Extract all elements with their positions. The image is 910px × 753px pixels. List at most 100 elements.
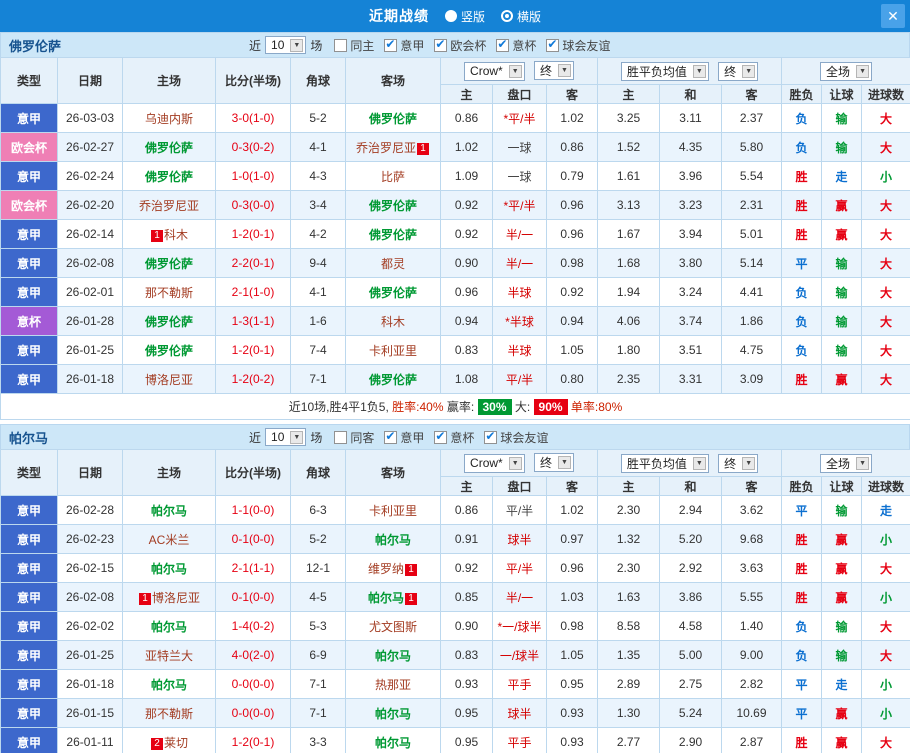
avg-home-odds: 4.06 (598, 307, 660, 336)
handicap-line: 一球 (493, 162, 547, 191)
odds-final-select[interactable]: 终 (534, 453, 574, 472)
odds-company-select[interactable]: Crow* (464, 454, 525, 473)
home-team: 帕尔马 (123, 554, 216, 583)
avg-odds-select[interactable]: 胜平负均值 (621, 454, 709, 473)
avg-draw-odds: 3.23 (660, 191, 722, 220)
select-value: Crow* (470, 456, 503, 470)
scope-select[interactable]: 全场 (820, 62, 872, 81)
odds-away: 1.02 (547, 496, 598, 525)
team-name: 帕尔马 (375, 649, 411, 663)
recent-count-select[interactable]: 10 (265, 36, 306, 54)
avg-away-odds: 5.14 (722, 249, 782, 278)
team-name: 佛罗伦萨 (369, 373, 417, 387)
handicap-result: 输 (822, 612, 862, 641)
column-header: 类型 (1, 58, 58, 104)
goals-result: 大 (862, 191, 910, 220)
filter-option[interactable]: 同客 (334, 429, 374, 446)
matches-table: 类型 日期 主场 比分(半场) 角球 客场 Crow* 终 胜平负均值 终 (0, 57, 910, 420)
checkbox-icon[interactable] (484, 431, 497, 444)
league-type: 意杯 (1, 307, 58, 336)
avg-final-select[interactable]: 终 (718, 62, 758, 81)
column-header: 和 (660, 85, 722, 104)
filter-option[interactable]: 球会友谊 (546, 37, 610, 54)
handicap-line: 半球 (493, 278, 547, 307)
away-team: 佛罗伦萨 (346, 104, 441, 133)
handicap-line: 半/一 (493, 249, 547, 278)
odds-home: 0.94 (441, 307, 493, 336)
goals-result: 小 (862, 670, 910, 699)
filter-option[interactable]: 欧会杯 (434, 37, 486, 54)
half-full-score: 0-3(0-2) (216, 133, 291, 162)
goals-result: 大 (862, 278, 910, 307)
avg-final-select[interactable]: 终 (718, 454, 758, 473)
away-team: 维罗纳1 (346, 554, 441, 583)
checkbox-icon[interactable] (546, 39, 559, 52)
match-date: 26-01-28 (58, 307, 123, 336)
odds-away: 0.98 (547, 249, 598, 278)
odds-final-select[interactable]: 终 (534, 61, 574, 80)
team-name: 博洛尼亚 (152, 591, 200, 605)
section-controls: 近 10 场 同主意甲欧会杯意杯球会友谊 (249, 36, 610, 54)
column-header: 主场 (123, 58, 216, 104)
avg-away-odds: 5.80 (722, 133, 782, 162)
handicap-line: *一/球半 (493, 612, 547, 641)
filter-option[interactable]: 同主 (334, 37, 374, 54)
away-team: 热那亚 (346, 670, 441, 699)
corner-score: 6-3 (291, 496, 346, 525)
avg-away-odds: 3.62 (722, 496, 782, 525)
handicap-line: 平/半 (493, 365, 547, 394)
team-name: 乔治罗尼亚 (139, 199, 199, 213)
close-button[interactable]: ✕ (881, 4, 905, 28)
home-team: 1博洛尼亚 (123, 583, 216, 612)
odds-home: 0.92 (441, 191, 493, 220)
column-header: 胜负 (782, 477, 822, 496)
layout-option-vertical[interactable]: 竖版 (445, 8, 485, 25)
league-type: 意甲 (1, 525, 58, 554)
match-date: 26-01-15 (58, 699, 123, 728)
checkbox-icon[interactable] (434, 431, 447, 444)
team-name: 莱切 (164, 736, 188, 750)
match-result: 胜 (782, 728, 822, 753)
checkbox-icon[interactable] (334, 39, 347, 52)
match-row: 意甲26-01-112莱切1-2(0-1)3-3帕尔马0.95平手0.932.7… (1, 728, 910, 753)
column-header: 客场 (346, 450, 441, 496)
team-name: 佛罗伦萨 (369, 199, 417, 213)
avg-home-odds: 1.63 (598, 583, 660, 612)
odds-home: 0.83 (441, 336, 493, 365)
checkbox-icon[interactable] (496, 39, 509, 52)
match-date: 26-02-24 (58, 162, 123, 191)
avg-draw-odds: 3.80 (660, 249, 722, 278)
goals-result: 大 (862, 220, 910, 249)
checkbox-icon[interactable] (384, 39, 397, 52)
handicap-line: *半球 (493, 307, 547, 336)
filter-option[interactable]: 意杯 (434, 429, 474, 446)
avg-away-odds: 1.86 (722, 307, 782, 336)
column-header: 客场 (346, 58, 441, 104)
column-header: 比分(半场) (216, 58, 291, 104)
radio-icon[interactable] (445, 10, 457, 22)
filter-option[interactable]: 意甲 (384, 429, 424, 446)
recent-count-select[interactable]: 10 (265, 428, 306, 446)
avg-home-odds: 1.80 (598, 336, 660, 365)
odds-home: 0.93 (441, 670, 493, 699)
checkbox-icon[interactable] (384, 431, 397, 444)
filter-label: 欧会杯 (450, 37, 486, 54)
corner-score: 7-1 (291, 699, 346, 728)
match-row: 意甲26-01-25亚特兰大4-0(2-0)6-9帕尔马0.83一/球半1.05… (1, 641, 910, 670)
checkbox-icon[interactable] (434, 39, 447, 52)
odds-company-select[interactable]: Crow* (464, 62, 525, 81)
handicap-result: 输 (822, 249, 862, 278)
avg-draw-odds: 2.94 (660, 496, 722, 525)
column-header: 盘口 (493, 85, 547, 104)
scope-select[interactable]: 全场 (820, 454, 872, 473)
avg-odds-select[interactable]: 胜平负均值 (621, 62, 709, 81)
filter-option[interactable]: 球会友谊 (484, 429, 548, 446)
filter-option[interactable]: 意杯 (496, 37, 536, 54)
filter-option[interactable]: 意甲 (384, 37, 424, 54)
odds-away: 0.80 (547, 365, 598, 394)
layout-option-horizontal[interactable]: 横版 (501, 8, 541, 25)
radio-icon[interactable] (501, 10, 513, 22)
checkbox-icon[interactable] (334, 431, 347, 444)
team-name: 帕尔马 (375, 533, 411, 547)
goals-result: 大 (862, 307, 910, 336)
